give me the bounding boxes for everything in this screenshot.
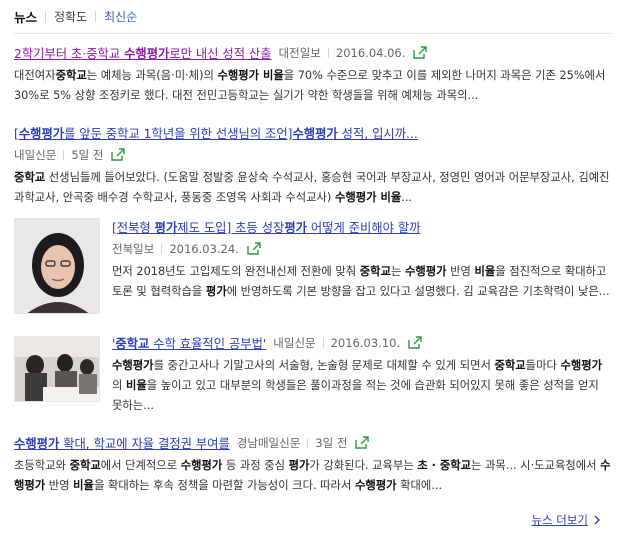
news-source: 전북일보 xyxy=(112,241,154,257)
tab-divider xyxy=(95,11,96,22)
summary-text: 를 중간고사나 기말고사의 서술형, 논술형 문제로 대체할 수 있게 되면서 xyxy=(154,359,495,372)
chevron-right-icon xyxy=(591,514,603,526)
highlighted-keyword: 초 · 중학교 xyxy=(417,459,471,472)
news-date: 3일 전 xyxy=(315,435,347,451)
news-meta: 내일신문 5일 전 xyxy=(14,147,103,163)
news-item: 수행평가 확대, 학교에 자율 결정권 부여를 경남매일신문 3일 전 초등학교… xyxy=(14,434,611,496)
news-summary: 중학교 선생님들께 들어보았다. (도움말 정발중 윤상숙 수석교사, 홍승현 … xyxy=(14,168,611,208)
highlighted-keyword: 중학교 xyxy=(56,69,87,82)
summary-text: 선생님들께 들어보았다. (도움말 정발중 윤상숙 수석교사, 홍승현 국어과 … xyxy=(14,171,610,204)
portrait-photo xyxy=(15,219,100,314)
summary-text: 등 과정 중심 xyxy=(222,459,288,472)
highlighted-keyword: 중학교 xyxy=(494,359,525,372)
summary-text: 는 xyxy=(391,265,405,278)
summary-text: 가 강화된다. 교육부는 xyxy=(309,459,417,472)
highlighted-keyword: 중학교 xyxy=(70,459,101,472)
news-title-link[interactable]: 수행평가 확대, 학교에 자율 결정권 부여를 xyxy=(14,434,230,452)
news-tab-bar: 뉴스 정확도 최신순 xyxy=(14,0,611,34)
summary-text: ... xyxy=(401,191,412,204)
news-title-link[interactable]: [전북형 평가제도 도입] 초등 성장평가 어떻게 준비해야 할까 xyxy=(112,218,421,236)
news-item: '중학교 수학 효율적인 공부법' 내일신문 2016.03.10. 수행평가를… xyxy=(14,334,611,416)
summary-text: 반영 xyxy=(447,265,475,278)
highlighted-keyword: 평가 xyxy=(289,459,310,472)
highlighted-keyword: 수행평가 xyxy=(355,479,397,492)
news-title-link[interactable]: '중학교 수학 효율적인 공부법' xyxy=(112,334,266,352)
news-source: 내일신문 xyxy=(273,335,315,351)
classroom-photo xyxy=(15,337,100,402)
news-source: 내일신문 xyxy=(14,147,56,163)
summary-text: 확대에... xyxy=(397,479,443,492)
summary-text: 는 예체능 과목(음·미·체)의 xyxy=(87,69,218,82)
share-icon[interactable] xyxy=(246,242,262,256)
news-item: [전북형 평가제도 도입] 초등 성장평가 어떻게 준비해야 할까 전북일보 2… xyxy=(14,218,611,322)
news-item: [수행평가를 앞둔 중학교 1학년을 위한 선생님의 조언]수행평가 성적, 입… xyxy=(14,124,611,208)
summary-text: 반영 xyxy=(45,479,73,492)
news-date: 5일 전 xyxy=(71,147,103,163)
tab-divider xyxy=(45,11,46,22)
highlighted-keyword: 수행평가 xyxy=(405,265,447,278)
news-meta: 대전일보 2016.04.06. xyxy=(279,45,406,61)
highlighted-keyword: 중학교 xyxy=(14,171,45,184)
news-summary: 먼저 2018년도 고입제도의 완전내신제 전환에 맞춰 중학교는 수행평가 반… xyxy=(112,262,611,322)
news-summary: 초등학교와 중학교에서 단계적으로 수행평가 등 과정 중심 평가가 강화된다.… xyxy=(14,456,611,496)
summary-text: 을 높이고 있고 대부분의 학생들은 풀이과정을 적는 것에 습관화 되어있지 … xyxy=(112,379,599,412)
tab-news[interactable]: 뉴스 xyxy=(14,7,37,26)
summary-text: 의 xyxy=(112,379,126,392)
summary-text: 먼저 2018년도 고입제도의 완전내신제 전환에 맞춰 xyxy=(112,265,360,278)
news-source: 대전일보 xyxy=(279,45,321,61)
summary-text: 을 확대하는 후속 정책을 마련할 가능성이 크다. 따라서 xyxy=(94,479,355,492)
news-meta: 경남매일신문 3일 전 xyxy=(237,435,348,451)
share-icon[interactable] xyxy=(412,46,428,60)
sort-accuracy[interactable]: 정확도 xyxy=(54,8,87,25)
news-summary: 수행평가를 중간고사나 기말고사의 서술형, 논술형 문제로 대체할 수 있게 … xyxy=(112,356,611,416)
news-thumbnail[interactable] xyxy=(14,218,100,314)
more-news-link[interactable]: 뉴스 더보기 xyxy=(531,512,603,528)
share-icon[interactable] xyxy=(407,336,423,350)
news-thumbnail[interactable] xyxy=(14,336,100,402)
summary-text: 초등학교와 xyxy=(14,459,70,472)
news-date: 2016.03.24. xyxy=(169,242,239,256)
share-icon[interactable] xyxy=(110,148,126,162)
news-meta: 전북일보 2016.03.24. xyxy=(112,241,239,257)
highlighted-keyword: 비율 xyxy=(73,479,94,492)
highlighted-keyword: 수행평가 비율 xyxy=(335,191,401,204)
highlighted-keyword: 중학교 xyxy=(360,265,391,278)
summary-text: 에서 단계적으로 xyxy=(101,459,181,472)
news-source: 경남매일신문 xyxy=(237,435,300,451)
highlighted-keyword: 수행평가 xyxy=(181,459,223,472)
share-icon[interactable] xyxy=(354,436,370,450)
sort-latest[interactable]: 최신순 xyxy=(104,8,137,25)
highlighted-keyword: 평가 xyxy=(206,285,227,298)
news-title-link[interactable]: [수행평가를 앞둔 중학교 1학년을 위한 선생님의 조언]수행평가 성적, 입… xyxy=(14,124,418,142)
news-panel: 뉴스 정확도 최신순 2학기부터 초·중학교 수행평가로만 내신 성적 산출 대… xyxy=(0,0,625,546)
news-date: 2016.04.06. xyxy=(336,46,406,60)
highlighted-keyword: 비율 xyxy=(475,265,496,278)
news-summary: 대전여자중학교는 예체능 과목(음·미·체)의 수행평가 비율을 70% 수준으… xyxy=(14,66,611,106)
highlighted-keyword: 비율 xyxy=(126,379,147,392)
summary-text: 대전여자 xyxy=(14,69,56,82)
highlighted-keyword: 수행평가 xyxy=(112,359,154,372)
news-title-link[interactable]: 2학기부터 초·중학교 수행평가로만 내신 성적 산출 xyxy=(14,44,272,62)
news-meta: 내일신문 2016.03.10. xyxy=(273,335,400,351)
summary-text: 들마다 xyxy=(526,359,561,372)
highlighted-keyword: 수행평가 비율 xyxy=(217,69,283,82)
summary-text: 는 과목... 시·도교육청에서 xyxy=(471,459,600,472)
news-date: 2016.03.10. xyxy=(331,336,401,350)
news-item: 2학기부터 초·중학교 수행평가로만 내신 성적 산출 대전일보 2016.04… xyxy=(14,44,611,106)
summary-text: 에 반영하도록 기본 방향을 잡고 있다고 설명했다. 김 교육감은 기초학력이… xyxy=(227,285,610,298)
highlighted-keyword: 수행평가 xyxy=(560,359,602,372)
